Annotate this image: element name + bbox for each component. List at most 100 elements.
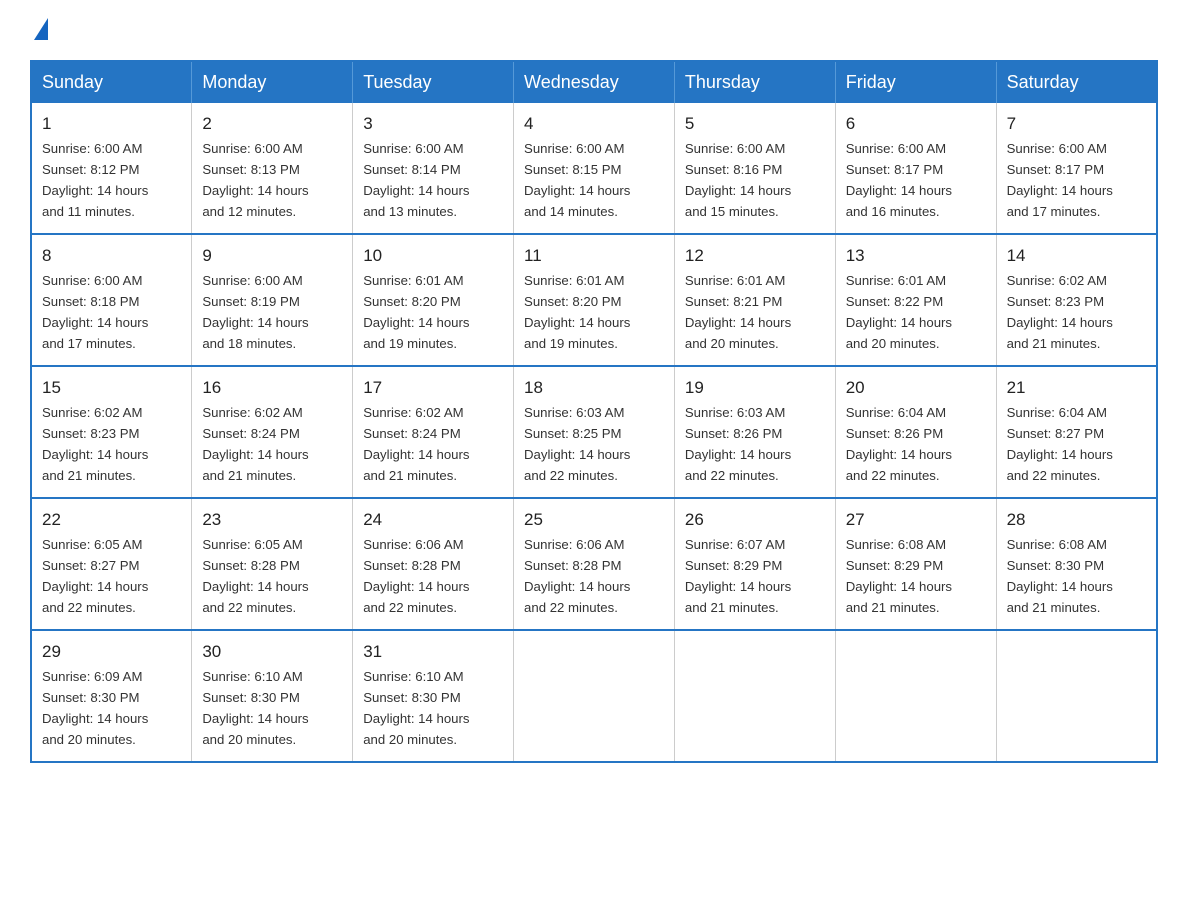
day-info: Sunrise: 6:00 AMSunset: 8:13 PMDaylight:… bbox=[202, 141, 308, 219]
day-number: 7 bbox=[1007, 111, 1146, 137]
day-info: Sunrise: 6:04 AMSunset: 8:27 PMDaylight:… bbox=[1007, 405, 1113, 483]
calendar-day-cell bbox=[835, 630, 996, 762]
calendar-day-header: Tuesday bbox=[353, 61, 514, 103]
calendar-day-cell: 11 Sunrise: 6:01 AMSunset: 8:20 PMDaylig… bbox=[514, 234, 675, 366]
day-number: 16 bbox=[202, 375, 342, 401]
calendar-day-cell: 30 Sunrise: 6:10 AMSunset: 8:30 PMDaylig… bbox=[192, 630, 353, 762]
calendar-day-cell: 2 Sunrise: 6:00 AMSunset: 8:13 PMDayligh… bbox=[192, 103, 353, 234]
day-number: 4 bbox=[524, 111, 664, 137]
calendar-day-cell: 9 Sunrise: 6:00 AMSunset: 8:19 PMDayligh… bbox=[192, 234, 353, 366]
calendar-day-cell: 3 Sunrise: 6:00 AMSunset: 8:14 PMDayligh… bbox=[353, 103, 514, 234]
calendar-day-cell: 29 Sunrise: 6:09 AMSunset: 8:30 PMDaylig… bbox=[31, 630, 192, 762]
calendar-day-cell: 10 Sunrise: 6:01 AMSunset: 8:20 PMDaylig… bbox=[353, 234, 514, 366]
logo bbox=[30, 20, 48, 42]
day-info: Sunrise: 6:00 AMSunset: 8:17 PMDaylight:… bbox=[846, 141, 952, 219]
day-number: 3 bbox=[363, 111, 503, 137]
day-number: 30 bbox=[202, 639, 342, 665]
calendar-day-header: Wednesday bbox=[514, 61, 675, 103]
day-info: Sunrise: 6:02 AMSunset: 8:23 PMDaylight:… bbox=[42, 405, 148, 483]
day-info: Sunrise: 6:01 AMSunset: 8:20 PMDaylight:… bbox=[524, 273, 630, 351]
calendar-day-cell: 28 Sunrise: 6:08 AMSunset: 8:30 PMDaylig… bbox=[996, 498, 1157, 630]
day-info: Sunrise: 6:06 AMSunset: 8:28 PMDaylight:… bbox=[363, 537, 469, 615]
day-info: Sunrise: 6:02 AMSunset: 8:23 PMDaylight:… bbox=[1007, 273, 1113, 351]
calendar-day-cell: 31 Sunrise: 6:10 AMSunset: 8:30 PMDaylig… bbox=[353, 630, 514, 762]
calendar-day-cell: 12 Sunrise: 6:01 AMSunset: 8:21 PMDaylig… bbox=[674, 234, 835, 366]
day-number: 28 bbox=[1007, 507, 1146, 533]
day-number: 15 bbox=[42, 375, 181, 401]
calendar-day-cell bbox=[996, 630, 1157, 762]
day-number: 14 bbox=[1007, 243, 1146, 269]
calendar-day-cell: 18 Sunrise: 6:03 AMSunset: 8:25 PMDaylig… bbox=[514, 366, 675, 498]
day-info: Sunrise: 6:08 AMSunset: 8:30 PMDaylight:… bbox=[1007, 537, 1113, 615]
day-number: 22 bbox=[42, 507, 181, 533]
calendar-day-cell: 21 Sunrise: 6:04 AMSunset: 8:27 PMDaylig… bbox=[996, 366, 1157, 498]
calendar-day-cell: 8 Sunrise: 6:00 AMSunset: 8:18 PMDayligh… bbox=[31, 234, 192, 366]
calendar-day-cell: 5 Sunrise: 6:00 AMSunset: 8:16 PMDayligh… bbox=[674, 103, 835, 234]
day-number: 2 bbox=[202, 111, 342, 137]
calendar-day-cell: 4 Sunrise: 6:00 AMSunset: 8:15 PMDayligh… bbox=[514, 103, 675, 234]
calendar-header-row: SundayMondayTuesdayWednesdayThursdayFrid… bbox=[31, 61, 1157, 103]
day-info: Sunrise: 6:09 AMSunset: 8:30 PMDaylight:… bbox=[42, 669, 148, 747]
day-number: 12 bbox=[685, 243, 825, 269]
day-info: Sunrise: 6:00 AMSunset: 8:14 PMDaylight:… bbox=[363, 141, 469, 219]
day-number: 5 bbox=[685, 111, 825, 137]
day-info: Sunrise: 6:00 AMSunset: 8:18 PMDaylight:… bbox=[42, 273, 148, 351]
calendar-day-header: Saturday bbox=[996, 61, 1157, 103]
day-number: 11 bbox=[524, 243, 664, 269]
day-info: Sunrise: 6:00 AMSunset: 8:19 PMDaylight:… bbox=[202, 273, 308, 351]
day-number: 25 bbox=[524, 507, 664, 533]
day-number: 21 bbox=[1007, 375, 1146, 401]
calendar-day-cell: 22 Sunrise: 6:05 AMSunset: 8:27 PMDaylig… bbox=[31, 498, 192, 630]
logo-triangle-icon bbox=[34, 18, 48, 40]
calendar-week-row: 1 Sunrise: 6:00 AMSunset: 8:12 PMDayligh… bbox=[31, 103, 1157, 234]
calendar-day-header: Sunday bbox=[31, 61, 192, 103]
day-number: 10 bbox=[363, 243, 503, 269]
calendar-day-cell bbox=[514, 630, 675, 762]
calendar-day-cell: 25 Sunrise: 6:06 AMSunset: 8:28 PMDaylig… bbox=[514, 498, 675, 630]
calendar-day-cell: 16 Sunrise: 6:02 AMSunset: 8:24 PMDaylig… bbox=[192, 366, 353, 498]
day-info: Sunrise: 6:02 AMSunset: 8:24 PMDaylight:… bbox=[202, 405, 308, 483]
calendar-day-cell: 15 Sunrise: 6:02 AMSunset: 8:23 PMDaylig… bbox=[31, 366, 192, 498]
day-info: Sunrise: 6:00 AMSunset: 8:16 PMDaylight:… bbox=[685, 141, 791, 219]
day-number: 31 bbox=[363, 639, 503, 665]
day-number: 18 bbox=[524, 375, 664, 401]
day-info: Sunrise: 6:01 AMSunset: 8:20 PMDaylight:… bbox=[363, 273, 469, 351]
day-number: 13 bbox=[846, 243, 986, 269]
calendar-day-cell: 17 Sunrise: 6:02 AMSunset: 8:24 PMDaylig… bbox=[353, 366, 514, 498]
page-header bbox=[30, 20, 1158, 42]
calendar-day-cell: 23 Sunrise: 6:05 AMSunset: 8:28 PMDaylig… bbox=[192, 498, 353, 630]
day-number: 8 bbox=[42, 243, 181, 269]
day-number: 6 bbox=[846, 111, 986, 137]
day-info: Sunrise: 6:00 AMSunset: 8:17 PMDaylight:… bbox=[1007, 141, 1113, 219]
calendar-day-cell: 14 Sunrise: 6:02 AMSunset: 8:23 PMDaylig… bbox=[996, 234, 1157, 366]
calendar-day-cell: 20 Sunrise: 6:04 AMSunset: 8:26 PMDaylig… bbox=[835, 366, 996, 498]
day-number: 1 bbox=[42, 111, 181, 137]
day-info: Sunrise: 6:00 AMSunset: 8:12 PMDaylight:… bbox=[42, 141, 148, 219]
calendar-table: SundayMondayTuesdayWednesdayThursdayFrid… bbox=[30, 60, 1158, 763]
calendar-day-cell: 7 Sunrise: 6:00 AMSunset: 8:17 PMDayligh… bbox=[996, 103, 1157, 234]
calendar-day-header: Thursday bbox=[674, 61, 835, 103]
day-info: Sunrise: 6:00 AMSunset: 8:15 PMDaylight:… bbox=[524, 141, 630, 219]
day-number: 17 bbox=[363, 375, 503, 401]
calendar-day-cell: 26 Sunrise: 6:07 AMSunset: 8:29 PMDaylig… bbox=[674, 498, 835, 630]
day-info: Sunrise: 6:06 AMSunset: 8:28 PMDaylight:… bbox=[524, 537, 630, 615]
day-info: Sunrise: 6:04 AMSunset: 8:26 PMDaylight:… bbox=[846, 405, 952, 483]
day-info: Sunrise: 6:02 AMSunset: 8:24 PMDaylight:… bbox=[363, 405, 469, 483]
calendar-week-row: 8 Sunrise: 6:00 AMSunset: 8:18 PMDayligh… bbox=[31, 234, 1157, 366]
day-number: 9 bbox=[202, 243, 342, 269]
day-info: Sunrise: 6:10 AMSunset: 8:30 PMDaylight:… bbox=[363, 669, 469, 747]
calendar-day-cell bbox=[674, 630, 835, 762]
day-info: Sunrise: 6:01 AMSunset: 8:21 PMDaylight:… bbox=[685, 273, 791, 351]
day-info: Sunrise: 6:05 AMSunset: 8:27 PMDaylight:… bbox=[42, 537, 148, 615]
day-number: 23 bbox=[202, 507, 342, 533]
day-number: 27 bbox=[846, 507, 986, 533]
day-info: Sunrise: 6:03 AMSunset: 8:26 PMDaylight:… bbox=[685, 405, 791, 483]
calendar-day-header: Friday bbox=[835, 61, 996, 103]
calendar-day-header: Monday bbox=[192, 61, 353, 103]
day-info: Sunrise: 6:07 AMSunset: 8:29 PMDaylight:… bbox=[685, 537, 791, 615]
calendar-week-row: 15 Sunrise: 6:02 AMSunset: 8:23 PMDaylig… bbox=[31, 366, 1157, 498]
calendar-day-cell: 1 Sunrise: 6:00 AMSunset: 8:12 PMDayligh… bbox=[31, 103, 192, 234]
calendar-day-cell: 24 Sunrise: 6:06 AMSunset: 8:28 PMDaylig… bbox=[353, 498, 514, 630]
calendar-week-row: 29 Sunrise: 6:09 AMSunset: 8:30 PMDaylig… bbox=[31, 630, 1157, 762]
logo-text bbox=[30, 20, 48, 42]
